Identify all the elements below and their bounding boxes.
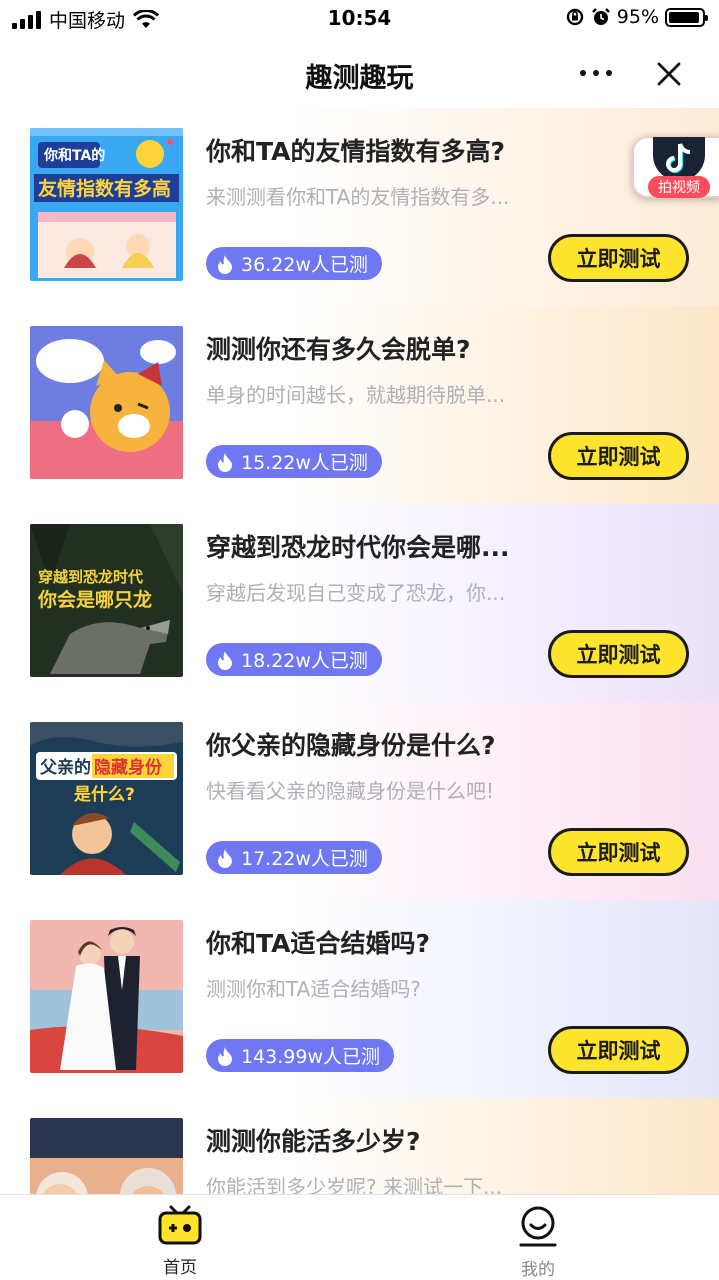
shoot-video-label: 拍视频 — [648, 176, 710, 198]
quiz-card-single[interactable]: 测测你还有多久会脱单? 单身的时间越长，就越期待脱单... 15.22w人已测 … — [0, 306, 719, 504]
participants-badge: 36.22w人已测 — [206, 247, 382, 280]
more-icon[interactable] — [580, 70, 612, 76]
participants-count: 36.22w人已测 — [241, 254, 368, 276]
card-title: 你和TA适合结婚吗? — [206, 929, 430, 958]
participants-count: 18.22w人已测 — [241, 650, 368, 672]
participants-badge: 15.22w人已测 — [206, 445, 382, 478]
card-description: 你能活到多少岁呢? 来测试一下... — [206, 1175, 503, 1194]
battery-percent: 95% — [616, 6, 659, 28]
card-title: 你父亲的隐藏身份是什么? — [206, 731, 496, 760]
participants-count: 15.22w人已测 — [241, 452, 368, 474]
svg-text:穿越到恐龙时代: 穿越到恐龙时代 — [38, 568, 143, 586]
participants-badge: 17.22w人已测 — [206, 841, 382, 874]
rotation-lock-icon — [566, 8, 583, 26]
fire-icon — [218, 452, 232, 472]
card-description: 测测你和TA适合结婚吗? — [206, 977, 421, 1001]
status-bar: 中国移动 10:54 95% — [0, 0, 719, 40]
svg-text:友情指数有多高: 友情指数有多高 — [38, 177, 171, 200]
quiz-card-lifespan[interactable]: 测测你能活多少岁? 你能活到多少岁呢? 来测试一下... — [0, 1098, 719, 1194]
svg-text:你会是哪只龙: 你会是哪只龙 — [37, 588, 152, 611]
svg-text:父亲的: 父亲的 — [39, 757, 91, 778]
tab-mine-label: 我的 — [521, 1260, 555, 1280]
card-title: 测测你还有多久会脱单? — [206, 335, 471, 364]
thumb-father: 父亲的 隐藏身份 是什么? — [30, 722, 183, 875]
navigation-bar: 趣测趣玩 — [0, 40, 719, 108]
tab-bar: 首页 我的 — [0, 1194, 719, 1280]
shoot-video-button[interactable]: 拍视频 — [632, 136, 719, 198]
fire-icon — [218, 650, 232, 670]
card-title: 穿越到恐龙时代你会是哪... — [206, 533, 510, 562]
start-test-button[interactable]: 立即测试 — [548, 630, 689, 678]
participants-badge: 18.22w人已测 — [206, 643, 382, 676]
card-description: 穿越后发现自己变成了恐龙，你... — [206, 581, 506, 605]
tab-mine[interactable]: 我的 — [478, 1205, 598, 1280]
card-description: 单身的时间越长，就越期待脱单... — [206, 383, 506, 407]
alarm-icon — [591, 8, 610, 25]
video-app-icon — [653, 137, 705, 181]
quiz-card-friendship[interactable]: 你和TA的 友情指数有多高 你和TA的友情指数有多高? 来测测看你和TA的友情指… — [0, 108, 719, 306]
svg-text:你和TA的: 你和TA的 — [43, 147, 105, 164]
quiz-list: 你和TA的 友情指数有多高 你和TA的友情指数有多高? 来测测看你和TA的友情指… — [0, 108, 719, 1194]
battery-icon — [665, 7, 708, 27]
svg-text:隐藏身份: 隐藏身份 — [94, 757, 163, 778]
start-test-button[interactable]: 立即测试 — [548, 1026, 689, 1074]
card-title: 测测你能活多少岁? — [206, 1127, 421, 1156]
tab-home-label: 首页 — [163, 1258, 197, 1278]
thumb-marriage — [30, 920, 183, 1073]
start-test-button[interactable]: 立即测试 — [548, 828, 689, 876]
start-test-button[interactable]: 立即测试 — [548, 234, 689, 282]
profile-icon — [519, 1206, 557, 1247]
start-test-button[interactable]: 立即测试 — [548, 432, 689, 480]
card-title: 你和TA的友情指数有多高? — [206, 137, 505, 166]
tab-home[interactable]: 首页 — [120, 1205, 240, 1278]
thumb-lifespan — [30, 1118, 183, 1194]
participants-count: 143.99w人已测 — [241, 1046, 381, 1068]
thumb-friendship: 你和TA的 友情指数有多高 — [30, 128, 183, 281]
thumb-dinosaur: 穿越到恐龙时代 你会是哪只龙 — [30, 524, 183, 677]
card-description: 来测测看你和TA的友情指数有多... — [206, 185, 510, 209]
participants-badge: 143.99w人已测 — [206, 1039, 395, 1072]
close-icon[interactable] — [656, 61, 682, 87]
participants-count: 17.22w人已测 — [241, 848, 368, 870]
quiz-card-father[interactable]: 父亲的 隐藏身份 是什么? 你父亲的隐藏身份是什么? 快看看父亲的隐藏身份是什么… — [0, 702, 719, 900]
svg-text:是什么?: 是什么? — [74, 784, 135, 805]
fire-icon — [218, 254, 232, 274]
fire-icon — [218, 1046, 232, 1066]
game-console-icon — [158, 1205, 202, 1245]
card-description: 快看看父亲的隐藏身份是什么吧! — [206, 779, 495, 803]
thumb-single — [30, 326, 183, 479]
quiz-card-dinosaur[interactable]: 穿越到恐龙时代 你会是哪只龙 穿越到恐龙时代你会是哪... 穿越后发现自己变成了… — [0, 504, 719, 702]
quiz-card-marriage[interactable]: 你和TA适合结婚吗? 测测你和TA适合结婚吗? 143.99w人已测 立即测试 — [0, 900, 719, 1098]
fire-icon — [218, 848, 232, 868]
